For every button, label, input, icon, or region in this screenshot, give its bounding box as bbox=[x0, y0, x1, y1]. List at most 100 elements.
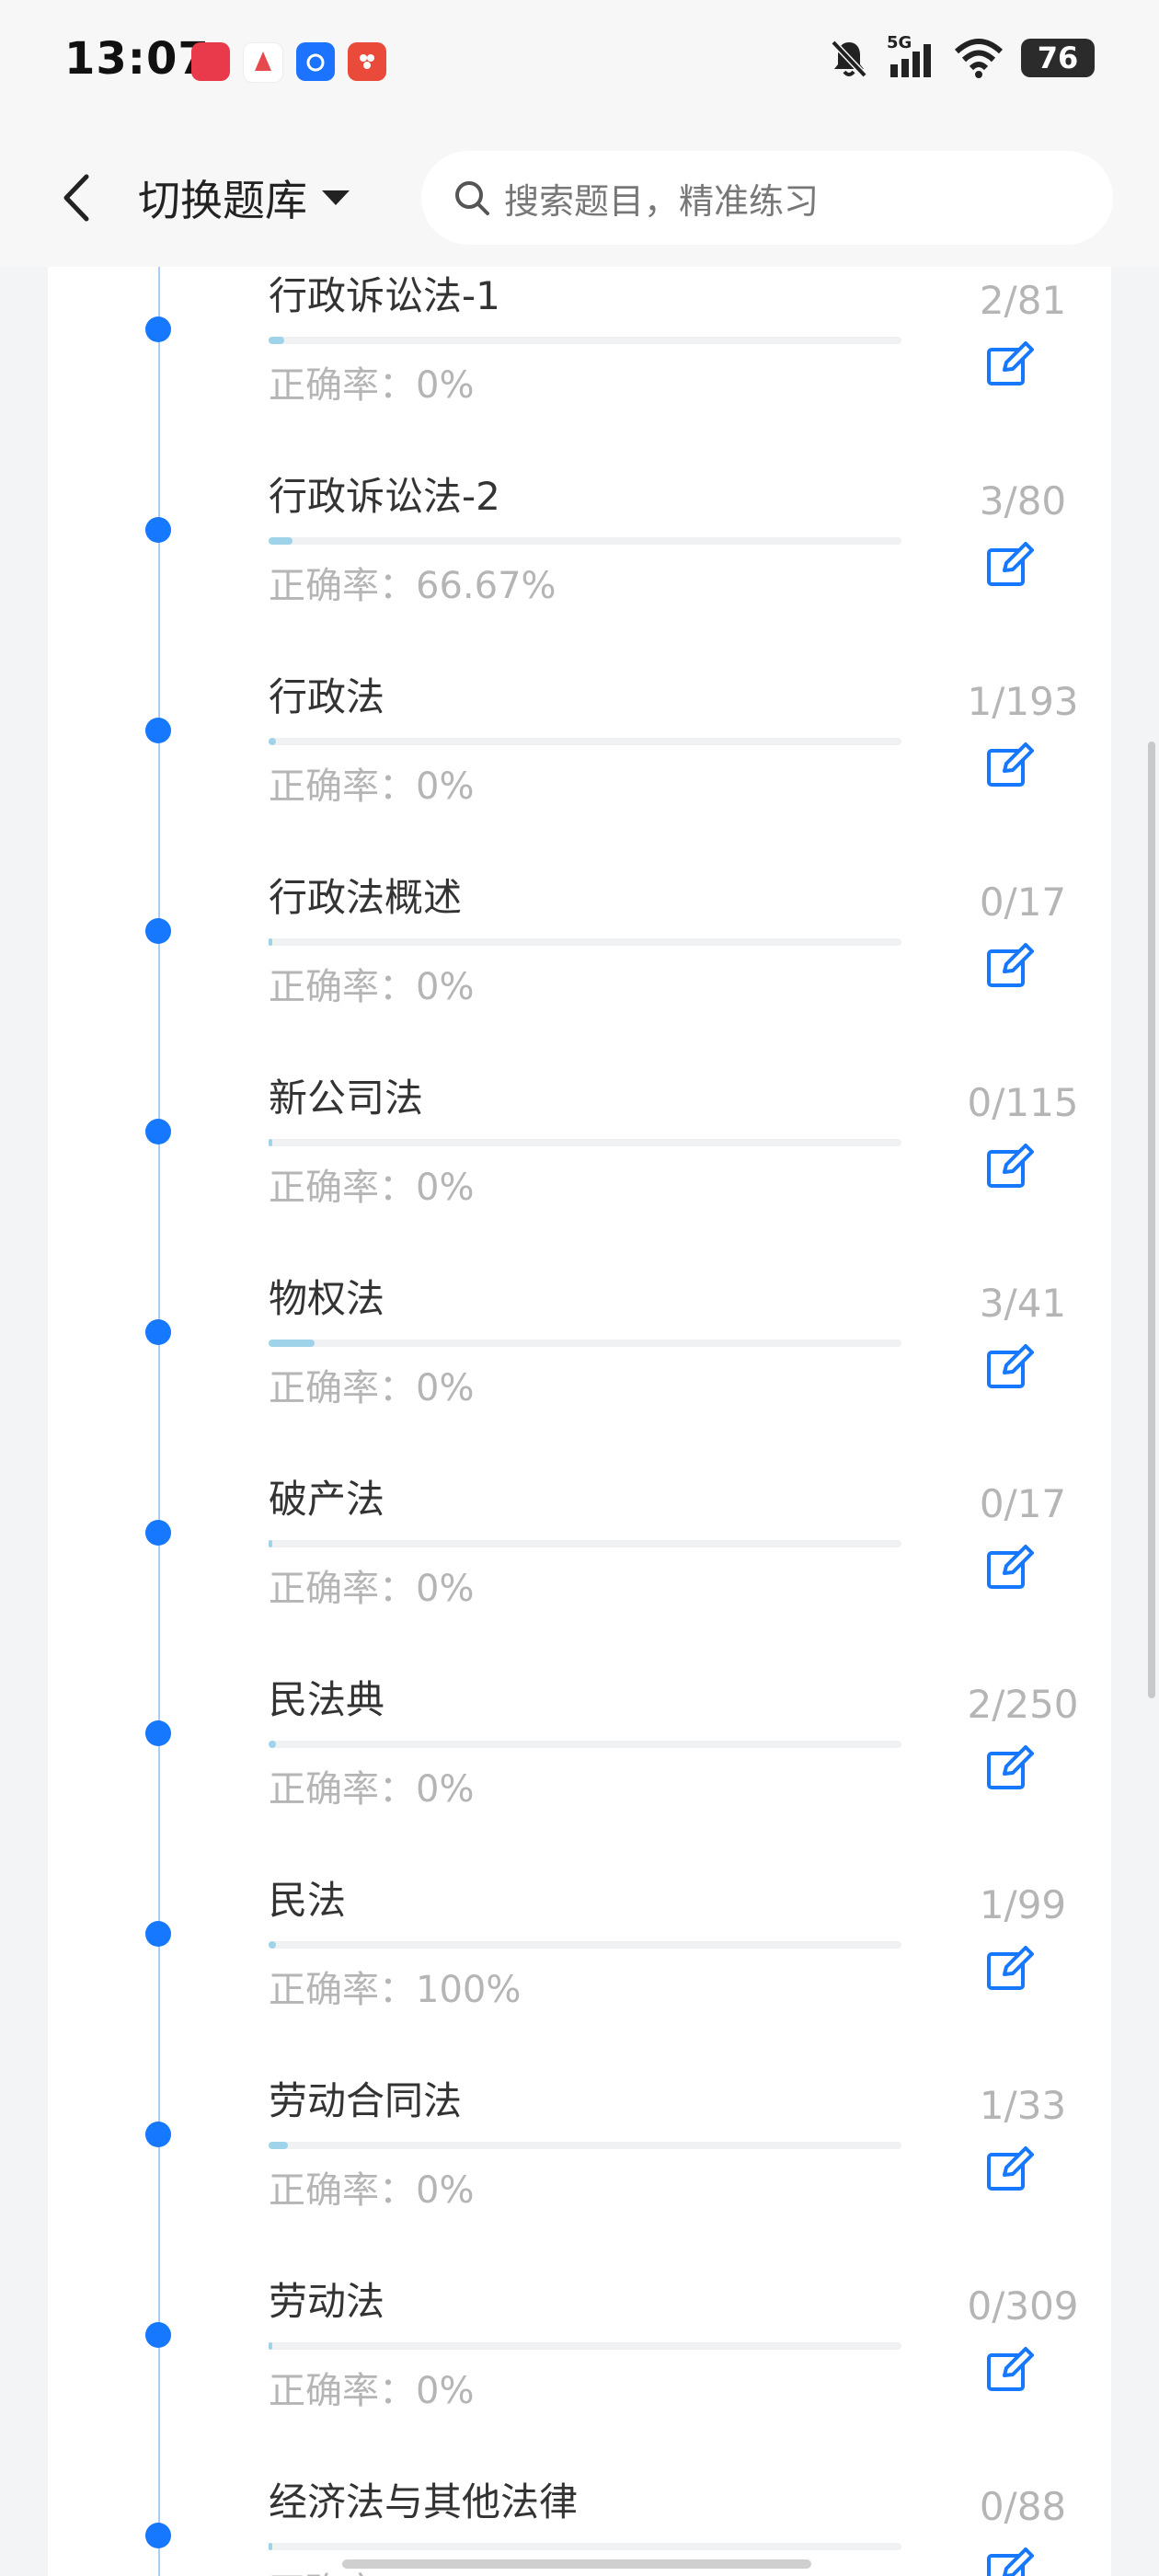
chapter-row[interactable]: 劳动法正确率：0% 0/309 bbox=[48, 2271, 1111, 2471]
practice-edit-icon[interactable] bbox=[984, 1341, 1034, 1391]
question-count: 0/17 bbox=[979, 880, 1067, 925]
mute-bell-icon bbox=[831, 40, 867, 78]
timeline-dot bbox=[145, 1119, 171, 1144]
progress-bar bbox=[269, 2342, 901, 2350]
chapter-row[interactable]: 民法典 正确率：0% 2/250 bbox=[48, 1669, 1111, 1869]
practice-edit-icon[interactable] bbox=[984, 2144, 1034, 2193]
chapter-title: 行政法概述 bbox=[269, 875, 463, 920]
accuracy-label: 正确率： bbox=[269, 565, 416, 607]
accuracy-value: 0% bbox=[416, 2570, 474, 2576]
practice-edit-icon[interactable] bbox=[984, 539, 1034, 589]
caret-down-icon bbox=[322, 190, 350, 205]
practice-edit-icon[interactable] bbox=[984, 1943, 1034, 1993]
accuracy-label: 正确率： bbox=[269, 1568, 416, 1610]
status-time: 13:07 bbox=[64, 33, 210, 85]
accuracy-text: 正确率：0% bbox=[269, 1759, 474, 1812]
practice-edit-icon[interactable] bbox=[984, 339, 1034, 388]
xiaohongshu-icon bbox=[191, 42, 230, 81]
chapter-row[interactable]: 行政法概述正确率：0% 0/17 bbox=[48, 867, 1111, 1067]
timeline-dot bbox=[145, 1921, 171, 1947]
practice-edit-icon[interactable] bbox=[984, 2344, 1034, 2394]
progress-fill bbox=[269, 738, 277, 745]
accuracy-label: 正确率： bbox=[269, 966, 416, 1008]
progress-bar bbox=[269, 2142, 901, 2149]
chapter-title: 劳动法 bbox=[269, 2279, 385, 2324]
accuracy-text: 正确率：0% bbox=[269, 756, 474, 810]
practice-edit-icon[interactable] bbox=[984, 1542, 1034, 1592]
question-count: 2/81 bbox=[979, 278, 1067, 323]
practice-edit-icon[interactable] bbox=[984, 1742, 1034, 1792]
timeline-dot bbox=[145, 1520, 171, 1546]
chapter-title: 破产法 bbox=[269, 1477, 385, 1522]
accuracy-value: 0% bbox=[416, 2370, 475, 2412]
accuracy-label: 正确率： bbox=[269, 1969, 416, 2011]
search-input[interactable]: 搜索题目，精准练习 bbox=[421, 151, 1113, 245]
accuracy-label: 正确率： bbox=[269, 2169, 416, 2212]
switch-question-bank-button[interactable]: 切换题库 bbox=[138, 166, 351, 230]
progress-bar bbox=[269, 1540, 901, 1547]
status-bar: 13:07 5G 76 bbox=[0, 0, 1159, 129]
chapter-title: 行政诉讼法-1 bbox=[269, 273, 500, 318]
accuracy-value: 100% bbox=[416, 1969, 522, 2011]
practice-edit-icon[interactable] bbox=[984, 940, 1034, 990]
chapter-row[interactable]: 劳动合同法 正确率：0% 1/33 bbox=[48, 2070, 1111, 2271]
timeline-dot bbox=[145, 918, 171, 944]
chapter-title: 民法 bbox=[269, 1878, 347, 1923]
chapter-row[interactable]: 破产法正确率：0% 0/17 bbox=[48, 1468, 1111, 1669]
back-arrow-icon[interactable] bbox=[50, 166, 105, 230]
question-count: 3/80 bbox=[979, 478, 1067, 523]
accuracy-value: 0% bbox=[416, 2169, 475, 2212]
question-count: 0/88 bbox=[979, 2484, 1067, 2529]
question-count: 1/193 bbox=[967, 679, 1079, 724]
accuracy-text: 正确率：0% bbox=[269, 2361, 474, 2414]
progress-fill bbox=[269, 337, 284, 344]
accuracy-text: 正确率：0% bbox=[269, 355, 474, 408]
accuracy-text: 正确率：0% bbox=[269, 1558, 474, 1612]
timeline-dot bbox=[145, 1319, 171, 1345]
question-count: 0/309 bbox=[967, 2283, 1079, 2329]
progress-bar bbox=[269, 738, 901, 745]
question-count: 0/17 bbox=[979, 1481, 1067, 1526]
search-placeholder: 搜索题目，精准练习 bbox=[504, 180, 820, 222]
practice-edit-icon[interactable] bbox=[984, 1141, 1034, 1190]
progress-bar bbox=[269, 1741, 901, 1748]
practice-edit-icon[interactable] bbox=[984, 2545, 1034, 2576]
accuracy-label: 正确率： bbox=[269, 1367, 416, 1409]
question-count: 1/33 bbox=[979, 2083, 1067, 2128]
timeline-dot bbox=[145, 316, 171, 342]
timeline-dot bbox=[145, 2122, 171, 2147]
chapter-row[interactable]: 行政诉讼法-2 正确率：66.67% 3/80 bbox=[48, 466, 1111, 666]
accuracy-value: 0% bbox=[416, 765, 475, 808]
accuracy-value: 66.67% bbox=[416, 565, 557, 607]
chapter-row[interactable]: 民法正确率：100% 1/99 bbox=[48, 1869, 1111, 2070]
question-count: 2/250 bbox=[967, 1682, 1079, 1727]
accuracy-text: 正确率：100% bbox=[269, 1960, 521, 2013]
practice-edit-icon[interactable] bbox=[984, 740, 1034, 789]
chapter-row[interactable]: 行政法正确率：0% 1/193 bbox=[48, 666, 1111, 867]
accuracy-value: 0% bbox=[416, 1167, 475, 1209]
chapter-title: 物权法 bbox=[269, 1276, 385, 1321]
accuracy-value: 0% bbox=[416, 966, 475, 1008]
chapter-title: 行政法 bbox=[269, 674, 385, 719]
search-icon bbox=[455, 181, 489, 215]
accuracy-value: 0% bbox=[416, 1568, 475, 1610]
question-count: 0/115 bbox=[967, 1080, 1079, 1125]
accuracy-text: 正确率：0% bbox=[269, 2160, 474, 2214]
chapter-row[interactable]: 新公司法 正确率：0% 0/115 bbox=[48, 1067, 1111, 1268]
chapter-row[interactable]: 行政诉讼法-1 正确率：0% 2/81 bbox=[48, 267, 1111, 466]
top-bar: 切换题库 搜索题目，精准练习 bbox=[0, 129, 1159, 267]
question-count: 1/99 bbox=[979, 1882, 1067, 1927]
chapter-row[interactable]: 物权法 正确率：0% 3/41 bbox=[48, 1268, 1111, 1468]
chapter-list: 行政诉讼法-1 正确率：0% 2/81 行政诉讼法-2 正确率：66.67% 3/80 行政… bbox=[48, 267, 1111, 2576]
accuracy-label: 正确率： bbox=[269, 1768, 416, 1811]
progress-fill bbox=[269, 2543, 273, 2550]
red-app-icon bbox=[348, 42, 386, 81]
progress-bar bbox=[269, 2543, 901, 2550]
home-indicator[interactable] bbox=[342, 2559, 811, 2569]
scrollbar[interactable] bbox=[1148, 742, 1155, 1698]
system-icons: 5G 76 bbox=[828, 33, 1095, 79]
accuracy-text: 正确率：0% bbox=[269, 1358, 474, 1411]
progress-fill bbox=[269, 2142, 288, 2149]
accuracy-label: 正确率： bbox=[269, 2570, 416, 2576]
wifi-icon bbox=[954, 39, 1004, 78]
